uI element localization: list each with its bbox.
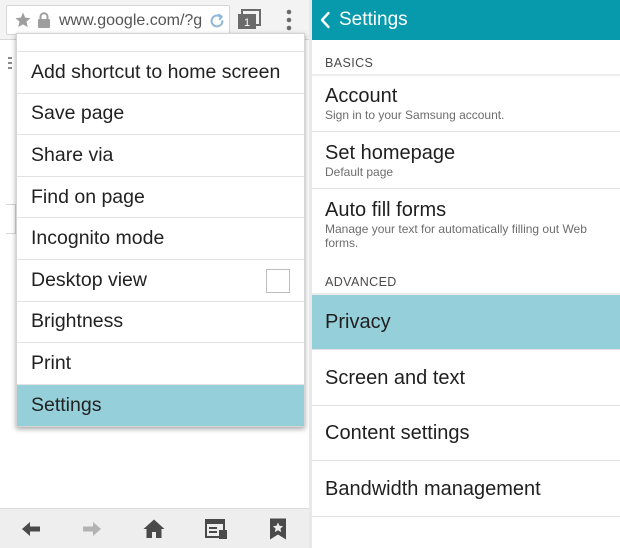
back-chevron-icon[interactable] — [319, 11, 331, 29]
address-bar[interactable]: www.google.com/?g — [6, 5, 230, 35]
menu-item-label: Settings — [31, 394, 102, 417]
menu-item-label: Brightness — [31, 310, 124, 333]
setting-bandwidth-management[interactable]: Bandwidth management — [312, 461, 620, 517]
bookmark-star-icon[interactable] — [14, 11, 32, 29]
setting-subtitle: Manage your text for automatically filli… — [325, 222, 587, 250]
setting-subtitle: Sign in to your Samsung account. — [325, 108, 505, 122]
back-arrow-icon[interactable] — [19, 517, 43, 541]
bookmark-star-icon[interactable] — [266, 517, 290, 541]
setting-privacy[interactable]: Privacy — [312, 295, 620, 350]
setting-subtitle: Default page — [325, 165, 394, 179]
setting-title: Bandwidth management — [325, 477, 541, 500]
setting-screen-and-text[interactable]: Screen and text — [312, 350, 620, 406]
setting-title: Privacy — [325, 311, 391, 333]
menu-lines-icon — [8, 57, 12, 69]
page-title[interactable]: Settings — [339, 9, 408, 31]
browser-overflow-menu: Add shortcut to home screen Save page Sh… — [16, 33, 305, 427]
setting-title: Auto fill forms — [325, 199, 447, 221]
reader-icon[interactable] — [204, 517, 228, 541]
section-header-basics: BASICS — [312, 42, 620, 76]
setting-auto-fill-forms[interactable]: Auto fill forms Manage your text for aut… — [312, 189, 620, 261]
menu-item-brightness[interactable]: Brightness — [17, 302, 304, 344]
menu-scroll-peek — [17, 34, 304, 52]
settings-pane: Settings BASICS Account Sign in to your … — [312, 0, 620, 548]
browser-bottom-bar — [0, 508, 309, 548]
menu-item-label: Desktop view — [31, 268, 147, 291]
section-header-advanced: ADVANCED — [312, 261, 620, 295]
menu-item-label: Find on page — [31, 185, 145, 208]
setting-title: Set homepage — [325, 142, 456, 164]
setting-title: Content settings — [325, 422, 470, 444]
setting-account[interactable]: Account Sign in to your Samsung account. — [312, 76, 620, 132]
browser-pane: www.google.com/?g 1 Add shortcut to home… — [0, 0, 309, 548]
menu-item-label: Add shortcut to home screen — [31, 60, 281, 83]
tabs-icon[interactable]: 1 — [237, 9, 261, 31]
menu-item-label: Incognito mode — [31, 227, 165, 250]
menu-item-settings[interactable]: Settings — [17, 384, 304, 426]
menu-item-print[interactable]: Print — [17, 343, 304, 385]
menu-item-share-via[interactable]: Share via — [17, 135, 304, 177]
menu-item-find-on-page[interactable]: Find on page — [17, 177, 304, 219]
menu-item-label: Save page — [31, 102, 125, 125]
menu-item-incognito-mode[interactable]: Incognito mode — [17, 218, 304, 260]
reload-icon[interactable] — [207, 11, 227, 31]
settings-header: Settings — [312, 0, 620, 40]
desktop-view-checkbox[interactable] — [266, 269, 290, 293]
setting-title: Screen and text — [325, 366, 466, 389]
menu-item-add-shortcut[interactable]: Add shortcut to home screen — [17, 52, 304, 94]
home-icon[interactable] — [142, 517, 166, 541]
page-search-box — [6, 204, 16, 234]
tab-count: 1 — [244, 17, 250, 29]
setting-title: Account — [325, 85, 398, 107]
menu-item-desktop-view[interactable]: Desktop view — [17, 260, 304, 302]
lock-icon — [38, 12, 50, 28]
url-text[interactable]: www.google.com/?g — [59, 11, 202, 31]
setting-set-homepage[interactable]: Set homepage Default page — [312, 132, 620, 189]
forward-arrow-icon[interactable] — [80, 517, 104, 541]
setting-content-settings[interactable]: Content settings — [312, 406, 620, 461]
menu-item-label: Print — [31, 351, 72, 374]
more-options-icon[interactable] — [281, 8, 297, 32]
menu-item-save-page[interactable]: Save page — [17, 94, 304, 136]
menu-item-label: Share via — [31, 143, 114, 166]
